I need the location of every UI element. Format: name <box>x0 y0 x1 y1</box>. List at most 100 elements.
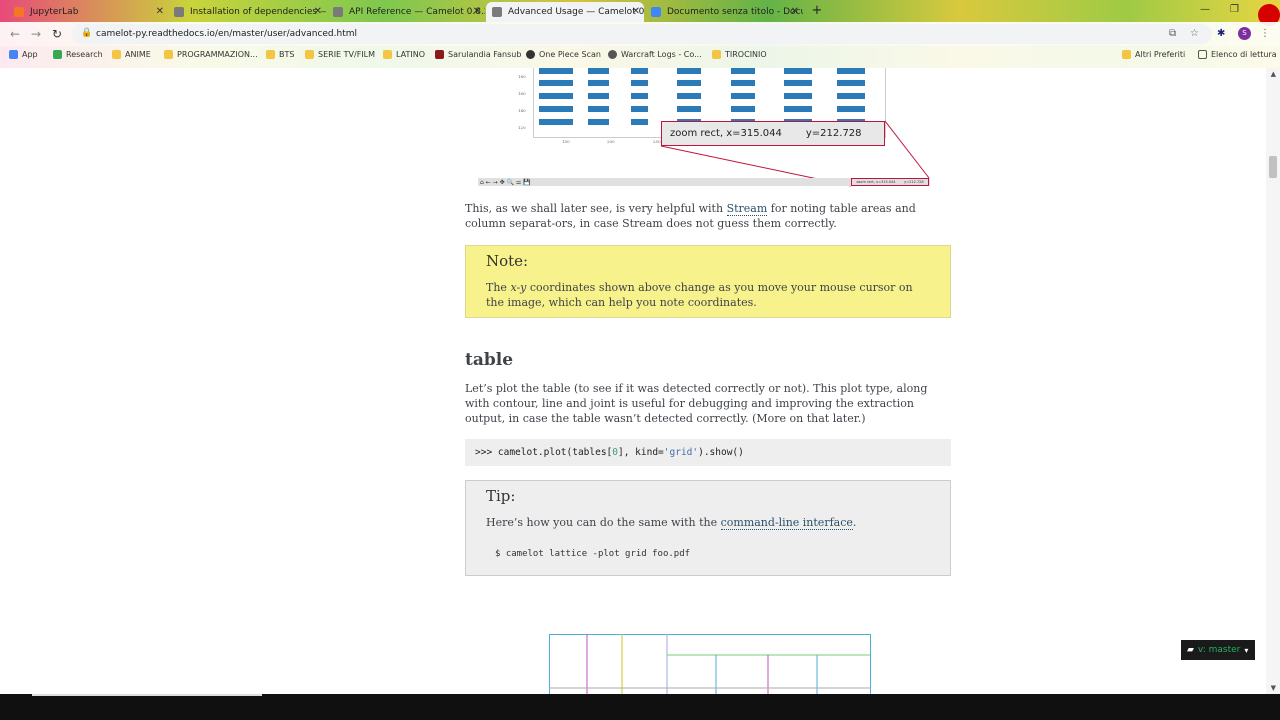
code: ).show() <box>698 447 744 458</box>
docs-icon <box>492 7 502 17</box>
code: >>> camelot.plot(tables[ <box>475 447 613 458</box>
forward-icon[interactable]: → <box>31 27 41 41</box>
back-icon[interactable]: ← <box>10 27 20 41</box>
close-icon[interactable]: ✕ <box>314 6 322 17</box>
x-tick: 150 <box>562 139 570 144</box>
note-admonition: Note: The x-y coordinates shown above ch… <box>465 245 951 318</box>
table-cell-bar <box>631 80 648 86</box>
extensions-icon[interactable]: ✱ <box>1217 28 1225 39</box>
table-cell-bar <box>539 106 573 112</box>
text: Here’s how you can do the same with the <box>486 516 721 529</box>
cli-link[interactable]: command-line interface <box>720 516 853 530</box>
tab-google-docs[interactable]: Documento senza titolo - Docu ✕ <box>645 2 803 22</box>
tab-advanced-usage[interactable]: Advanced Usage — Camelot 0.8. ✕ <box>486 2 644 22</box>
close-icon[interactable]: ✕ <box>473 6 481 17</box>
bookmark-label: LATINO <box>396 50 426 59</box>
bookmark-altri-preferiti[interactable]: Altri Preferiti <box>1122 50 1185 59</box>
table-cell-bar <box>837 106 865 112</box>
table-cell-bar <box>731 68 755 74</box>
tab-label: Documento senza titolo - Docu <box>667 7 803 17</box>
google-docs-icon <box>651 7 661 17</box>
folder-icon <box>383 50 392 59</box>
bookmark-label: Research <box>66 50 103 59</box>
one-piece-icon <box>526 50 535 59</box>
table-cell-bar <box>837 80 865 86</box>
table-cell-bar <box>837 68 865 74</box>
grid-plot-figure <box>549 634 871 694</box>
stream-link[interactable]: Stream <box>726 202 768 216</box>
text: . <box>852 516 857 529</box>
bookmark-app[interactable]: App <box>9 50 38 59</box>
folder-icon <box>1122 50 1131 59</box>
toolbar-coordinates: zoom rect, x=315.044 y=212.728 <box>851 178 929 186</box>
tab-installation[interactable]: Installation of dependencies — ✕ <box>168 2 326 22</box>
tab-label: Advanced Usage — Camelot 0.8. <box>508 7 644 17</box>
code-block-plot[interactable]: >>> camelot.plot(tables[0], kind='grid')… <box>465 439 951 466</box>
reading-list[interactable]: Elenco di lettura <box>1198 50 1277 59</box>
matplotlib-figure: 180 160 140 120 150 200 250 zoom rect, x… <box>478 68 938 190</box>
zoom-y-readout: y=212.728 <box>805 128 862 139</box>
url-input[interactable]: 🔒 camelot-py.readthedocs.io/en/master/us… <box>72 24 1212 44</box>
bookmark-sarulandia[interactable]: Sarulandia Fansub <box>435 50 521 59</box>
taskbar <box>0 694 1280 720</box>
tip-title: Tip: <box>486 487 516 505</box>
bookmark-label: PROGRAMMAZION... <box>177 50 258 59</box>
horizontal-scroll-indicator <box>32 694 262 696</box>
bookmark-programmazione[interactable]: PROGRAMMAZION... <box>164 50 258 59</box>
bookmark-latino[interactable]: LATINO <box>383 50 425 59</box>
book-icon: ▰ <box>1187 645 1194 655</box>
sarulandia-icon <box>435 50 444 59</box>
jupyter-icon <box>14 7 24 17</box>
bookmark-label: BTS <box>279 50 295 59</box>
emphasis: x-y <box>510 281 527 294</box>
scrollbar-thumb[interactable] <box>1269 156 1277 178</box>
scroll-down-icon[interactable]: ▼ <box>1271 684 1276 692</box>
translate-icon[interactable]: ⧉ <box>1169 28 1176 39</box>
bookmark-warcraft[interactable]: Warcraft Logs - Co... <box>608 50 702 59</box>
tab-api-reference[interactable]: API Reference — Camelot 0.8.2 ✕ <box>327 2 485 22</box>
maximize-icon[interactable]: ❐ <box>1230 4 1239 15</box>
close-icon[interactable]: ✕ <box>791 6 799 17</box>
table-cell-bar <box>539 68 573 74</box>
version-selector[interactable]: ▰ v: master ▾ <box>1181 640 1255 660</box>
profile-avatar[interactable]: S <box>1238 27 1251 40</box>
code: ], kind= <box>618 447 664 458</box>
tab-label: API Reference — Camelot 0.8.2 <box>349 7 485 17</box>
table-cell-bar <box>631 119 648 125</box>
menu-icon[interactable]: ⋮ <box>1260 28 1270 39</box>
bookmark-serie-tv[interactable]: SERIE TV/FILM <box>305 50 375 59</box>
bookmark-tirocinio[interactable]: TIROCINIO <box>712 50 767 59</box>
tip-code[interactable]: $ camelot lattice -plot grid foo.pdf <box>495 549 690 559</box>
plus-icon: + <box>811 3 823 18</box>
tab-jupyterlab[interactable]: JupyterLab ✕ <box>8 2 168 22</box>
y-tick: 120 <box>518 125 526 130</box>
text: This, as we shall later see, is very hel… <box>465 202 727 215</box>
bookmark-bts[interactable]: BTS <box>266 50 294 59</box>
minimize-icon[interactable]: — <box>1200 4 1210 15</box>
note-body: The x-y coordinates shown above change a… <box>486 280 932 310</box>
bookmark-label: Altri Preferiti <box>1135 50 1186 59</box>
tab-label: JupyterLab <box>30 7 79 17</box>
bookmark-research[interactable]: Research <box>53 50 103 59</box>
bookmark-one-piece[interactable]: One Piece Scan <box>526 50 601 59</box>
reload-icon[interactable]: ↻ <box>52 27 62 41</box>
zoom-x-readout: zoom rect, x=315.044 <box>670 128 782 139</box>
close-icon[interactable]: ✕ <box>632 6 640 17</box>
table-cell-bar <box>539 119 573 125</box>
toolbar-icons[interactable]: ⌂ ← → ✥ 🔍 ⚌ 💾 <box>480 179 531 186</box>
y-tick: 140 <box>518 108 526 113</box>
table-cell-bar <box>677 93 701 99</box>
table-cell-bar <box>539 93 573 99</box>
table-cell-bar <box>731 106 755 112</box>
close-icon[interactable]: ✕ <box>156 6 164 17</box>
bookmark-label: Warcraft Logs - Co... <box>621 50 702 59</box>
bookmark-label: App <box>22 50 38 59</box>
zoom-tooltip: zoom rect, x=315.044 y=212.728 <box>661 121 885 146</box>
bookmark-anime[interactable]: ANIME <box>112 50 151 59</box>
section-heading-table: table <box>465 350 514 370</box>
new-tab-button[interactable]: + <box>810 4 824 18</box>
scroll-up-icon[interactable]: ▲ <box>1271 70 1276 78</box>
bookmark-star-icon[interactable]: ☆ <box>1190 28 1199 39</box>
text: coordinates shown above change as you mo… <box>486 281 913 309</box>
bookmarks-bar: App Research ANIME PROGRAMMAZION... BTS … <box>0 46 1280 68</box>
